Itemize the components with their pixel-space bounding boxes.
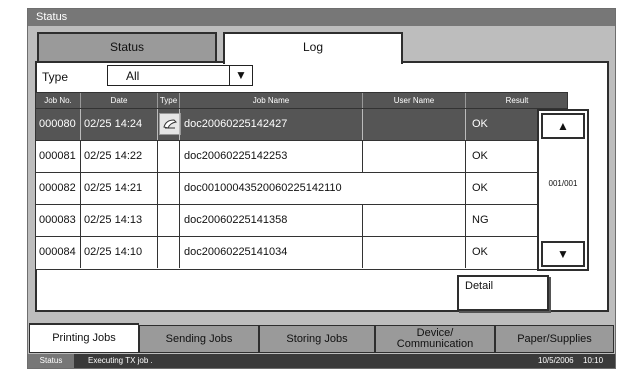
job-no: 000083 xyxy=(39,214,76,226)
job-result: OK xyxy=(472,150,488,162)
job-date: 02/25 14:21 xyxy=(84,182,143,194)
header-type: Type xyxy=(159,96,178,105)
table-row[interactable]: 000082 02/25 14:21 doc001000435200602251… xyxy=(36,172,567,204)
tab-status[interactable]: Status xyxy=(37,32,217,62)
type-filter-select[interactable]: All ▼ xyxy=(107,65,253,86)
status-bar-label: Status xyxy=(28,354,74,368)
header-job-name: Job Name xyxy=(252,96,290,105)
status-message: Executing TX job . xyxy=(88,356,153,365)
tab-sending-jobs[interactable]: Sending Jobs xyxy=(139,325,259,353)
header-result: Result xyxy=(505,96,529,105)
job-result: NG xyxy=(472,214,489,226)
bottom-tab-bar: Printing Jobs Sending Jobs Storing Jobs … xyxy=(28,323,615,353)
table-row[interactable]: 000080 02/25 14:24 doc20060225142427 OK xyxy=(36,108,567,140)
status-time: 10:10 xyxy=(583,356,604,365)
type-filter-value: All xyxy=(126,69,140,83)
table-header: Job No. Date Type Job Name User Name Res… xyxy=(36,93,567,108)
triangle-down-icon: ▼ xyxy=(557,247,569,261)
job-name: doc20060225142253 xyxy=(184,150,288,162)
status-date: 10/5/2006 xyxy=(538,356,574,365)
log-panel: Type All ▼ Job No. Date Type Job Name Us… xyxy=(35,61,609,312)
job-date: 02/25 14:10 xyxy=(84,246,143,258)
page-indicator: 001/001 xyxy=(548,179,578,188)
job-result: OK xyxy=(472,246,488,258)
status-window: Status Status Log Type All ▼ Job No. Dat… xyxy=(27,8,616,369)
job-date: 02/25 14:22 xyxy=(84,150,143,162)
table-body: 000080 02/25 14:24 doc20060225142427 OK … xyxy=(36,108,567,268)
tab-storing-jobs[interactable]: Storing Jobs xyxy=(259,325,375,353)
tab-log[interactable]: Log xyxy=(223,32,403,64)
table-row[interactable]: 000084 02/25 14:10 doc20060225141034 OK xyxy=(36,236,567,268)
job-no: 000081 xyxy=(39,150,76,162)
header-user-name: User Name xyxy=(393,96,435,105)
job-no: 000080 xyxy=(39,118,76,130)
page-scroller: ▲ 001/001 ▼ xyxy=(537,109,589,271)
status-bar: Status Executing TX job . 10/5/2006 10:1… xyxy=(28,354,615,368)
detail-button[interactable]: Detail xyxy=(457,275,549,311)
triangle-up-icon: ▲ xyxy=(557,119,569,133)
job-name: doc20060225141034 xyxy=(184,246,288,258)
job-result: OK xyxy=(472,118,488,130)
dropdown-arrow-icon[interactable]: ▼ xyxy=(229,66,252,85)
job-no: 000084 xyxy=(39,246,76,258)
tab-paper-supplies[interactable]: Paper/Supplies xyxy=(495,325,614,353)
job-date: 02/25 14:24 xyxy=(84,118,143,130)
job-log-table: Job No. Date Type Job Name User Name Res… xyxy=(35,92,568,270)
document-icon xyxy=(159,113,181,135)
job-name: doc00100043520060225142110 xyxy=(184,182,342,194)
job-date: 02/25 14:13 xyxy=(84,214,143,226)
window-title: Status xyxy=(28,9,615,26)
job-name: doc20060225141358 xyxy=(184,214,288,226)
tab-device-communication[interactable]: Device/ Communication xyxy=(375,325,495,353)
job-no: 000082 xyxy=(39,182,76,194)
header-job-no: Job No. xyxy=(44,96,72,105)
table-row[interactable]: 000083 02/25 14:13 doc20060225141358 NG xyxy=(36,204,567,236)
header-date: Date xyxy=(110,96,128,105)
scroll-down-button[interactable]: ▼ xyxy=(541,241,585,267)
table-row[interactable]: 000081 02/25 14:22 doc20060225142253 OK xyxy=(36,140,567,172)
scroll-up-button[interactable]: ▲ xyxy=(541,113,585,139)
job-name: doc20060225142427 xyxy=(184,118,288,130)
job-result: OK xyxy=(472,182,488,194)
tab-printing-jobs[interactable]: Printing Jobs xyxy=(29,323,139,353)
type-filter-label: Type xyxy=(42,70,69,84)
